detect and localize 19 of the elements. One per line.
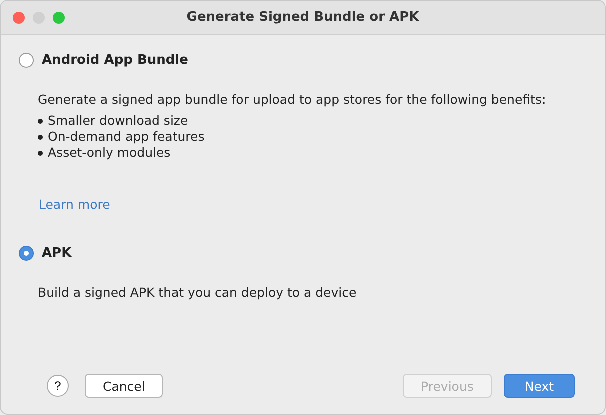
learn-more-link[interactable]: Learn more (39, 197, 110, 212)
bullet-icon (38, 150, 43, 156)
bullet-icon (38, 118, 43, 124)
bullet-text: Smaller download size (48, 113, 188, 129)
bullet-icon (38, 134, 43, 140)
radio-button[interactable] (19, 246, 34, 261)
zoom-icon[interactable] (53, 12, 65, 24)
window-title: Generate Signed Bundle or APK (186, 10, 420, 25)
dialog-button[interactable]: Next (504, 374, 575, 398)
option-description: Build a signed APK that you can deploy to a device (38, 285, 358, 300)
option-label: APK (42, 246, 72, 261)
radio-button[interactable] (19, 53, 34, 68)
close-icon[interactable] (13, 12, 25, 24)
option-label: Android App Bundle (42, 53, 188, 68)
option-description: Generate a signed app bundle for upload to app stores for the following benefits: (38, 92, 548, 107)
dialog-button[interactable]: Cancel (85, 374, 164, 398)
bullet-text: Asset-only modules (48, 145, 171, 161)
bullet-text: On-demand app features (48, 129, 205, 145)
help-button[interactable]: ? (47, 375, 69, 397)
